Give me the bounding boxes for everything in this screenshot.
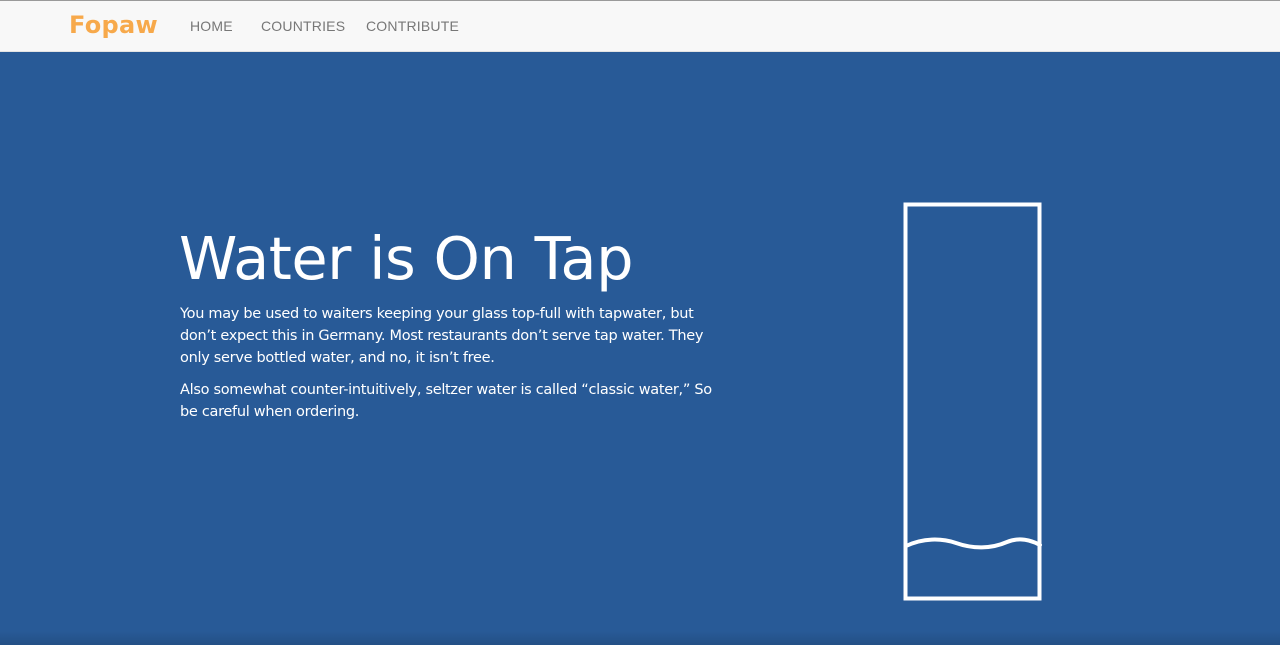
hero-section: Water is On Tap You may be used to waite…	[0, 52, 1280, 645]
nav-link-countries[interactable]: COUNTRIES	[261, 18, 345, 34]
brand-logo[interactable]: Fopaw	[69, 11, 158, 39]
hero-paragraph-2: Also somewhat counter-intuitively, seltz…	[180, 382, 712, 420]
hero-bottom-shadow	[0, 631, 1280, 645]
water-glass-icon	[903, 202, 1042, 601]
nav-link-home[interactable]: HOME	[190, 18, 233, 34]
hero-paragraph-1: You may be used to waiters keeping your …	[180, 306, 704, 366]
navbar: Fopaw HOME COUNTRIES CONTRIBUTE	[0, 0, 1280, 52]
nav-link-contribute[interactable]: CONTRIBUTE	[366, 18, 459, 34]
hero-title: Water is On Tap	[179, 224, 634, 293]
